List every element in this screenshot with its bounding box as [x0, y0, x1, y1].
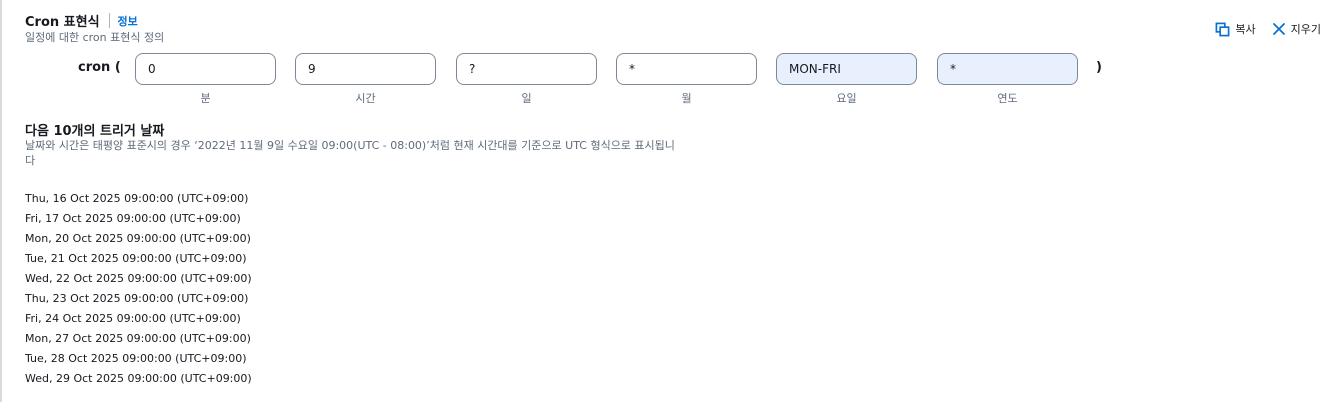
header-actions: 복사 지우기	[1199, 21, 1321, 37]
clear-label: 지우기	[1290, 23, 1321, 36]
day-of-month-input[interactable]	[456, 53, 597, 85]
month-input[interactable]	[616, 53, 757, 85]
info-link[interactable]: 정보	[118, 13, 138, 29]
clear-button[interactable]: 지우기	[1272, 21, 1321, 37]
trigger-date-item: Thu, 23 Oct 2025 09:00:00 (UTC+09:00)	[25, 292, 249, 305]
header: Cron 표현식 정보	[25, 11, 138, 30]
trigger-dates-list: Thu, 16 Oct 2025 09:00:00 (UTC+09:00) Fr…	[25, 189, 252, 389]
copy-icon	[1215, 22, 1230, 36]
trigger-date-item: Thu, 16 Oct 2025 09:00:00 (UTC+09:00)	[25, 192, 249, 205]
copy-button[interactable]: 복사	[1215, 21, 1256, 37]
minutes-label: 분	[200, 92, 211, 105]
trigger-dates-description: 날짜와 시간은 태평양 표준시의 경우 ‘2022년 11월 9일 수요일 09…	[25, 139, 675, 167]
trigger-date-item: Mon, 20 Oct 2025 09:00:00 (UTC+09:00)	[25, 232, 251, 245]
day-of-week-label: 요일	[836, 92, 857, 105]
title-divider	[108, 13, 110, 28]
close-icon	[1272, 23, 1285, 35]
cron-panel: Cron 표현식 정보 일정에 대한 cron 표현식 정의 복사 지우기 cr…	[0, 0, 1337, 402]
cron-prefix: cron (	[78, 60, 121, 75]
trigger-date-item: Mon, 27 Oct 2025 09:00:00 (UTC+09:00)	[25, 332, 251, 345]
year-input[interactable]	[937, 53, 1078, 85]
cron-suffix: )	[1096, 60, 1102, 75]
day-of-month-label: 일	[521, 92, 532, 105]
hours-label: 시간	[355, 92, 376, 105]
minutes-input[interactable]	[135, 53, 276, 85]
copy-label: 복사	[1235, 23, 1256, 36]
trigger-date-item: Fri, 24 Oct 2025 09:00:00 (UTC+09:00)	[25, 312, 241, 325]
hours-input[interactable]	[295, 53, 436, 85]
day-of-week-input[interactable]	[776, 53, 917, 85]
trigger-date-item: Tue, 28 Oct 2025 09:00:00 (UTC+09:00)	[25, 352, 247, 365]
trigger-dates-title: 다음 10개의 트리거 날짜	[25, 124, 165, 139]
section-description: 일정에 대한 cron 표현식 정의	[25, 31, 165, 44]
section-title: Cron 표현식	[25, 15, 100, 30]
trigger-date-item: Tue, 21 Oct 2025 09:00:00 (UTC+09:00)	[25, 252, 247, 265]
month-label: 월	[681, 92, 692, 105]
trigger-date-item: Fri, 17 Oct 2025 09:00:00 (UTC+09:00)	[25, 212, 241, 225]
trigger-date-item: Wed, 29 Oct 2025 09:00:00 (UTC+09:00)	[25, 372, 252, 385]
trigger-date-item: Wed, 22 Oct 2025 09:00:00 (UTC+09:00)	[25, 272, 252, 285]
year-label: 연도	[997, 92, 1018, 105]
